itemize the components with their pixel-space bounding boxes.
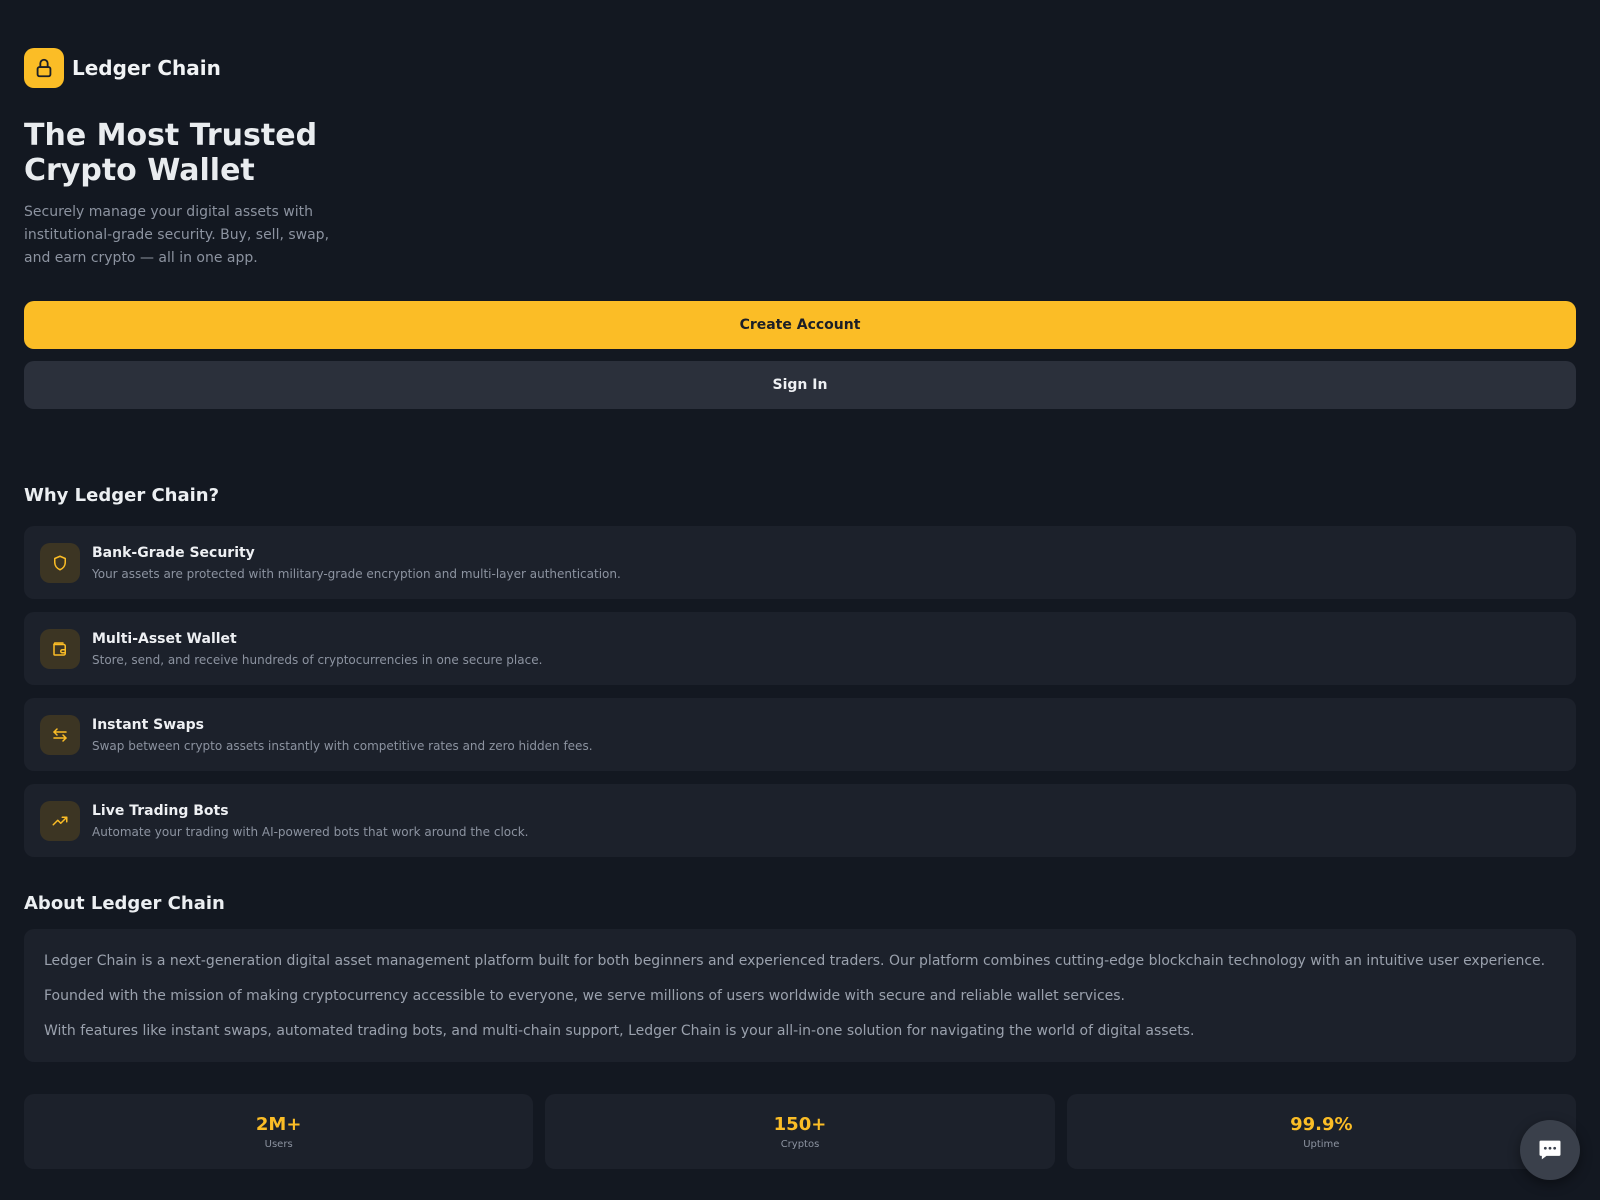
feature-description: Swap between crypto assets instantly wit… xyxy=(92,738,593,753)
stat-value: 150+ xyxy=(773,1113,827,1135)
feature-card-wallet: Multi-Asset Wallet Store, send, and rece… xyxy=(24,612,1576,685)
brand-name: Ledger Chain xyxy=(72,56,221,80)
brand: Ledger Chain xyxy=(24,48,221,88)
feature-title: Instant Swaps xyxy=(92,716,204,733)
feature-description: Store, send, and receive hundreds of cry… xyxy=(92,652,543,667)
hero-title: The Most Trusted Crypto Wallet xyxy=(24,118,318,188)
stat-label: Users xyxy=(264,1138,293,1150)
why-section-title: Why Ledger Chain? xyxy=(24,485,220,506)
feature-description: Automate your trading with AI-powered bo… xyxy=(92,824,529,839)
stat-users: 2M+ Users xyxy=(24,1094,534,1169)
trending-up-icon xyxy=(40,800,80,841)
about-section-title: About Ledger Chain xyxy=(24,893,225,914)
about-paragraph: Founded with the mission of making crypt… xyxy=(44,988,1125,1004)
stat-value: 99.9% xyxy=(1290,1113,1353,1135)
stats-row: 2M+ Users 150+ Cryptos 99.9% Uptime xyxy=(24,1094,1576,1169)
swap-icon xyxy=(40,714,80,755)
stat-label: Uptime xyxy=(1303,1138,1340,1150)
feature-title: Bank-Grade Security xyxy=(92,544,255,561)
feature-card-security: Bank-Grade Security Your assets are prot… xyxy=(24,526,1576,599)
feature-description: Your assets are protected with military-… xyxy=(92,566,621,581)
feature-card-swaps: Instant Swaps Swap between crypto assets… xyxy=(24,698,1576,771)
stat-uptime: 99.9% Uptime xyxy=(1066,1094,1576,1169)
feature-card-bots: Live Trading Bots Automate your trading … xyxy=(24,784,1576,857)
feature-title: Multi-Asset Wallet xyxy=(92,630,237,647)
shield-icon xyxy=(40,542,80,583)
create-account-button[interactable]: Create Account xyxy=(24,301,1576,349)
landing-page: Ledger Chain The Most Trusted Crypto Wal… xyxy=(0,0,1600,1200)
feature-title: Live Trading Bots xyxy=(92,802,229,819)
stat-label: Cryptos xyxy=(780,1138,820,1150)
stat-cryptos: 150+ Cryptos xyxy=(545,1094,1055,1169)
wallet-icon xyxy=(40,628,80,669)
chat-icon xyxy=(1539,1140,1561,1160)
sign-in-button[interactable]: Sign In xyxy=(24,361,1576,409)
feature-list: Bank-Grade Security Your assets are prot… xyxy=(24,526,1576,870)
about-paragraph: With features like instant swaps, automa… xyxy=(44,1023,1195,1039)
chat-button[interactable] xyxy=(1520,1120,1580,1180)
hero-subtitle: Securely manage your digital assets with… xyxy=(24,204,330,266)
stat-value: 2M+ xyxy=(255,1113,302,1135)
about-card: Ledger Chain is a next-generation digita… xyxy=(24,929,1576,1062)
lock-icon xyxy=(24,48,64,88)
about-paragraph: Ledger Chain is a next-generation digita… xyxy=(44,953,1546,969)
